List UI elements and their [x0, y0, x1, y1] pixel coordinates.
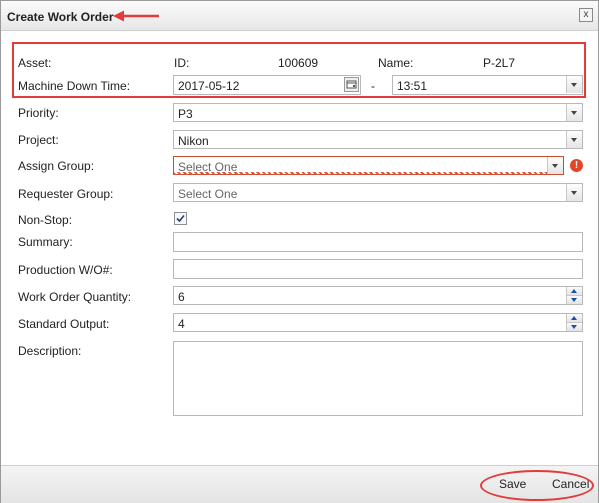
chevron-down-icon[interactable] — [566, 104, 582, 121]
work-order-quantity-value: 6 — [178, 290, 185, 304]
priority-value: P3 — [178, 107, 193, 121]
standard-output-input[interactable]: 4 — [173, 313, 583, 332]
summary-label: Summary: — [18, 235, 73, 249]
project-label: Project: — [18, 133, 59, 147]
project-value: Nikon — [178, 134, 209, 148]
requester-group-placeholder: Select One — [178, 187, 238, 201]
assign-group-label: Assign Group: — [18, 159, 95, 173]
non-stop-label: Non-Stop: — [18, 213, 73, 227]
work-order-quantity-input[interactable]: 6 — [173, 286, 583, 305]
priority-select[interactable]: P3 — [173, 103, 583, 122]
description-label: Description: — [18, 344, 82, 358]
annotation-ellipse — [480, 470, 594, 501]
close-button[interactable]: x — [579, 8, 593, 22]
annotation-highlight-box — [12, 42, 586, 98]
chevron-down-icon[interactable] — [547, 157, 563, 174]
work-order-quantity-label: Work Order Quantity: — [18, 290, 132, 304]
standard-output-label: Standard Output: — [18, 317, 110, 331]
requester-group-select[interactable]: Select One — [173, 183, 583, 202]
summary-input[interactable] — [173, 232, 583, 252]
chevron-down-icon[interactable] — [566, 184, 582, 201]
standard-output-value: 4 — [178, 317, 185, 331]
dialog-titlebar: Create Work Order x — [1, 1, 598, 31]
production-wo-input[interactable] — [173, 259, 583, 279]
priority-label: Priority: — [18, 106, 59, 120]
stepper-up-icon[interactable] — [567, 287, 582, 296]
validation-underline — [174, 172, 548, 175]
requester-group-label: Requester Group: — [18, 187, 114, 201]
stepper-down-icon[interactable] — [567, 296, 582, 304]
dialog-title: Create Work Order — [7, 10, 114, 24]
assign-group-select[interactable]: Select One — [173, 156, 564, 175]
production-wo-label: Production W/O#: — [18, 263, 113, 277]
stepper-down-icon[interactable] — [567, 323, 582, 331]
chevron-down-icon[interactable] — [566, 131, 582, 148]
non-stop-checkbox[interactable] — [174, 212, 187, 225]
project-select[interactable]: Nikon — [173, 130, 583, 149]
close-icon: x — [583, 9, 589, 20]
annotation-arrow-icon — [113, 10, 159, 22]
check-icon — [176, 214, 185, 223]
quantity-stepper[interactable] — [566, 287, 582, 304]
error-icon: ! — [570, 159, 583, 172]
output-stepper[interactable] — [566, 314, 582, 331]
description-textarea[interactable] — [173, 341, 583, 416]
stepper-up-icon[interactable] — [567, 314, 582, 323]
create-work-order-dialog: Create Work Order x Asset: ID: 100609 Na… — [0, 0, 599, 503]
